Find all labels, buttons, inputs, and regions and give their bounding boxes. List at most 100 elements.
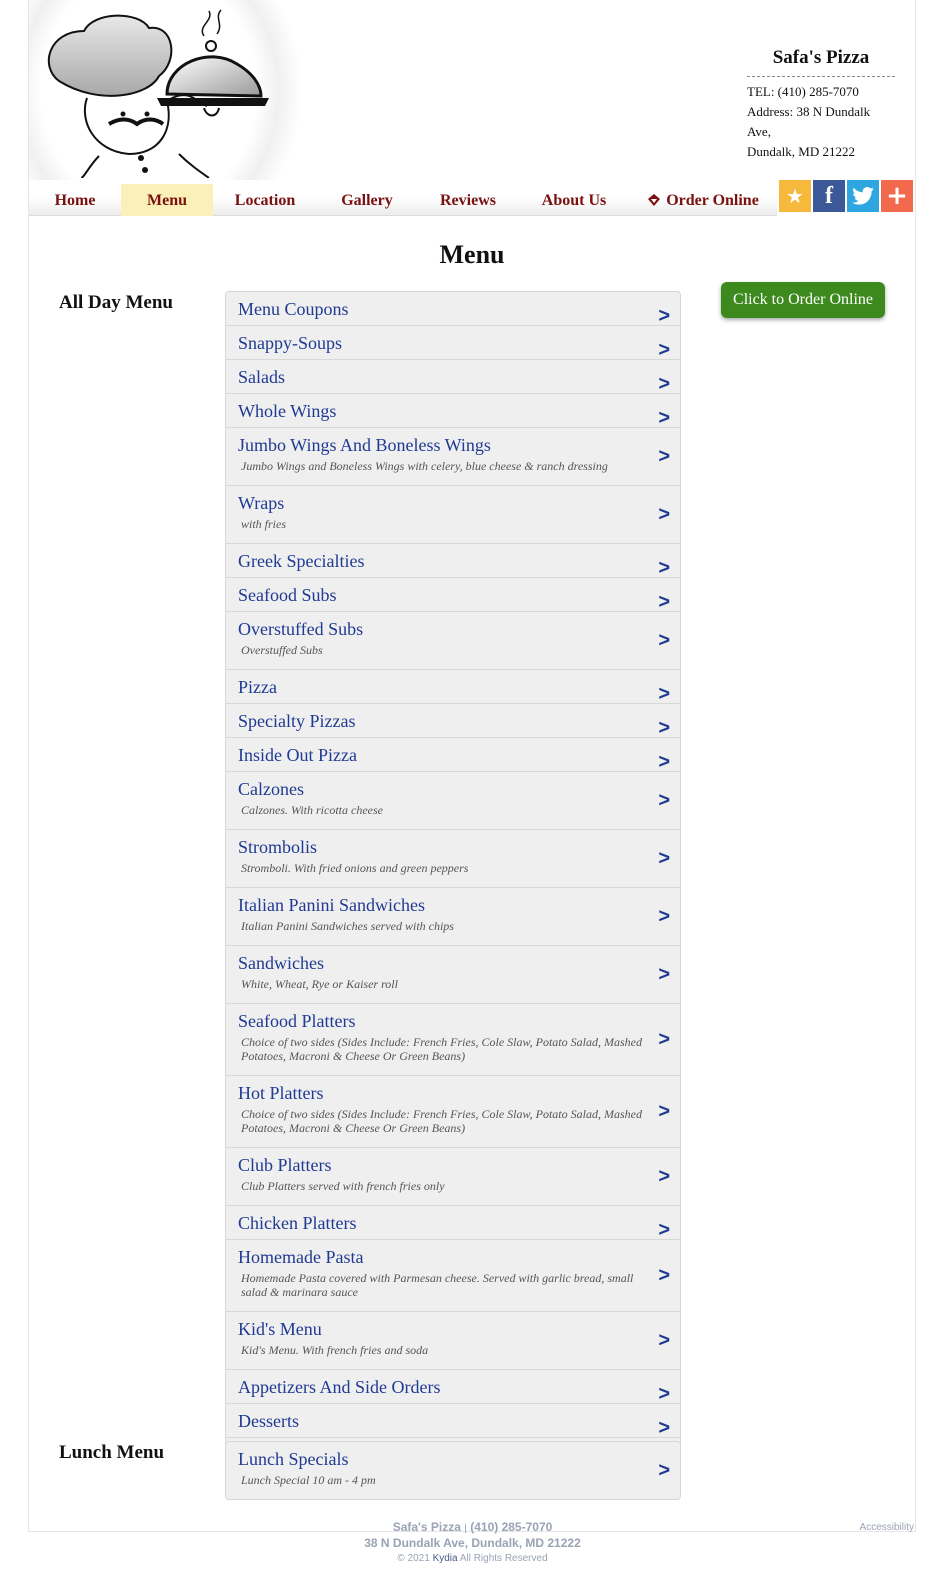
menu-category-description: Calzones. With ricotta cheese [241,803,383,817]
menu-category-item[interactable]: Pizza > [226,670,680,705]
nav-about-us[interactable]: About Us [519,184,629,216]
chevron-right-icon: > [658,1219,670,1241]
menu-category-item[interactable]: Menu Coupons > [226,292,680,327]
chevron-right-icon: > [658,373,670,395]
menu-category-description: Kid's Menu. With french fries and soda [241,1343,429,1357]
menu-category-item[interactable]: Inside Out Pizza > [226,738,680,773]
menu-category-name: Hot Platters [238,1083,324,1103]
menu-category-name: Wraps [238,493,285,513]
chevron-right-icon: > [658,1100,670,1122]
menu-category-item[interactable]: Wraps with fries > [226,486,680,544]
business-name: Safa's Pizza [747,46,895,77]
chevron-right-icon: > [658,789,670,811]
business-info: Safa's Pizza TEL: (410) 285-7070 Address… [747,46,895,162]
menu-category-description: Stromboli. With fried onions and green p… [241,861,469,875]
nav-order-online-label: Order Online [666,192,759,209]
menu-category-name: Club Platters [238,1155,332,1175]
menu-category-name: Whole Wings [238,401,337,421]
accessibility-link[interactable]: Accessibility [860,1522,914,1533]
order-online-button[interactable]: Click to Order Online [721,282,885,318]
menu-category-name: Overstuffed Subs [238,619,364,639]
menu-category-name: Pizza [238,677,277,697]
menu-category-name: Desserts [238,1411,299,1431]
menu-category-name: Seafood Platters [238,1011,356,1031]
menu-category-name: Strombolis [238,837,318,857]
menu-category-item[interactable]: Whole Wings > [226,394,680,429]
footer-separator: | [464,1523,467,1534]
menu-category-item[interactable]: Homemade Pasta Homemade Pasta covered wit… [226,1240,680,1312]
menu-category-item[interactable]: Snappy-Soups > [226,326,680,361]
menu-category-item[interactable]: Strombolis Stromboli. With fried onions a… [226,830,680,888]
footer-address: 38 N Dundalk Ave, Dundalk, MD 21222 [364,1536,581,1550]
chevron-right-icon: > [658,339,670,361]
business-phone[interactable]: TEL: (410) 285-7070 [747,82,895,102]
chevron-right-icon: > [658,305,670,327]
business-address-line1: Address: 38 N Dundalk Ave, [747,104,871,139]
business-address-line2: Dundalk, MD 21222 [747,144,855,159]
nav-reviews[interactable]: Reviews [417,184,519,216]
footer-brand-link[interactable]: Kydia [433,1553,458,1564]
menu-category-description: White, Wheat, Rye or Kaiser roll [241,977,398,991]
menu-category-description: Club Platters served with french fries o… [241,1179,445,1193]
menu-category-item[interactable]: Jumbo Wings And Boneless Wings Jumbo Wing… [226,428,680,486]
menu-category-item[interactable]: Italian Panini Sandwiches Italian Panini … [226,888,680,946]
menu-category-item[interactable]: Appetizers And Side Orders > [226,1370,680,1405]
chevron-right-icon: > [658,963,670,985]
lunch-menu-list: Lunch Specials Lunch Special 10 am - 4 pm… [225,1441,681,1500]
main-nav: Home Menu Location Gallery Reviews About… [29,184,777,216]
menu-category-name: Salads [238,367,285,387]
page-frame: Safa's Pizza TEL: (410) 285-7070 Address… [28,0,916,1532]
chevron-right-icon: > [658,847,670,869]
menu-category-item[interactable]: Kid's Menu Kid's Menu. With french fries … [226,1312,680,1370]
nav-home[interactable]: Home [29,184,121,216]
chevron-right-icon: > [658,503,670,525]
chevron-right-icon: > [658,1459,670,1481]
facebook-icon[interactable]: f [813,180,845,212]
menu-category-name: Chicken Platters [238,1213,357,1233]
all-day-menu-list: Menu Coupons > Snappy-Soups > Salads > Whole W… [225,291,681,1472]
lunch-menu-label: Lunch Menu [59,1442,165,1463]
chevron-right-icon: > [658,407,670,429]
nav-order-online[interactable]: Order Online [629,184,777,216]
menu-category-item[interactable]: Desserts > [226,1404,680,1439]
menu-category-description: Choice of two sides (Sides Include: Fren… [241,1035,642,1063]
nav-menu[interactable]: Menu [121,184,213,216]
menu-category-name: Greek Specialties [238,551,365,571]
chevron-right-icon: > [658,1165,670,1187]
menu-category-item[interactable]: Seafood Platters Choice of two sides (Sid… [226,1004,680,1076]
chevron-right-icon: > [658,591,670,613]
nav-location[interactable]: Location [213,184,317,216]
menu-category-item[interactable]: Seafood Subs > [226,578,680,613]
logo[interactable] [29,0,399,180]
chevron-right-icon: > [658,1028,670,1050]
chevron-right-icon: > [658,751,670,773]
chevron-right-icon: > [658,683,670,705]
menu-category-description: Italian Panini Sandwiches served with ch… [241,919,454,933]
menu-category-item[interactable]: Hot Platters Choice of two sides (Sides I… [226,1076,680,1148]
menu-category-name: Appetizers And Side Orders [238,1377,441,1397]
plus-icon[interactable]: + [881,180,913,212]
menu-category-item[interactable]: Sandwiches White, Wheat, Rye or Kaiser ro… [226,946,680,1004]
menu-category-description: Jumbo Wings and Boneless Wings with cele… [241,459,608,473]
menu-category-item[interactable]: Salads > [226,360,680,395]
menu-category-item[interactable]: Chicken Platters > [226,1206,680,1241]
order-online-icon [648,194,661,206]
footer: Safa's Pizza | (410) 285-7070 38 N Dunda… [0,1520,945,1595]
menu-category-item[interactable]: Specialty Pizzas > [226,704,680,739]
chevron-right-icon: > [658,1383,670,1405]
nav-gallery[interactable]: Gallery [317,184,417,216]
menu-category-item[interactable]: Greek Specialties > [226,544,680,579]
chevron-right-icon: > [658,1417,670,1439]
menu-category-item[interactable]: Overstuffed Subs Overstuffed Subs > [226,612,680,670]
chevron-right-icon: > [658,629,670,651]
menu-category-item[interactable]: Club Platters Club Platters served with f… [226,1148,680,1206]
chef-logo-icon [47,9,269,178]
menu-category-item[interactable]: Lunch Specials Lunch Special 10 am - 4 pm… [226,1442,680,1499]
star-icon[interactable]: ★ [779,180,811,212]
footer-business-name: Safa's Pizza [392,1520,461,1534]
twitter-bird-icon [852,187,874,205]
footer-phone[interactable]: (410) 285-7070 [470,1520,552,1534]
menu-category-name: Italian Panini Sandwiches [238,895,425,915]
menu-category-item[interactable]: Calzones Calzones. With ricotta cheese > [226,772,680,830]
twitter-icon[interactable] [847,180,879,212]
